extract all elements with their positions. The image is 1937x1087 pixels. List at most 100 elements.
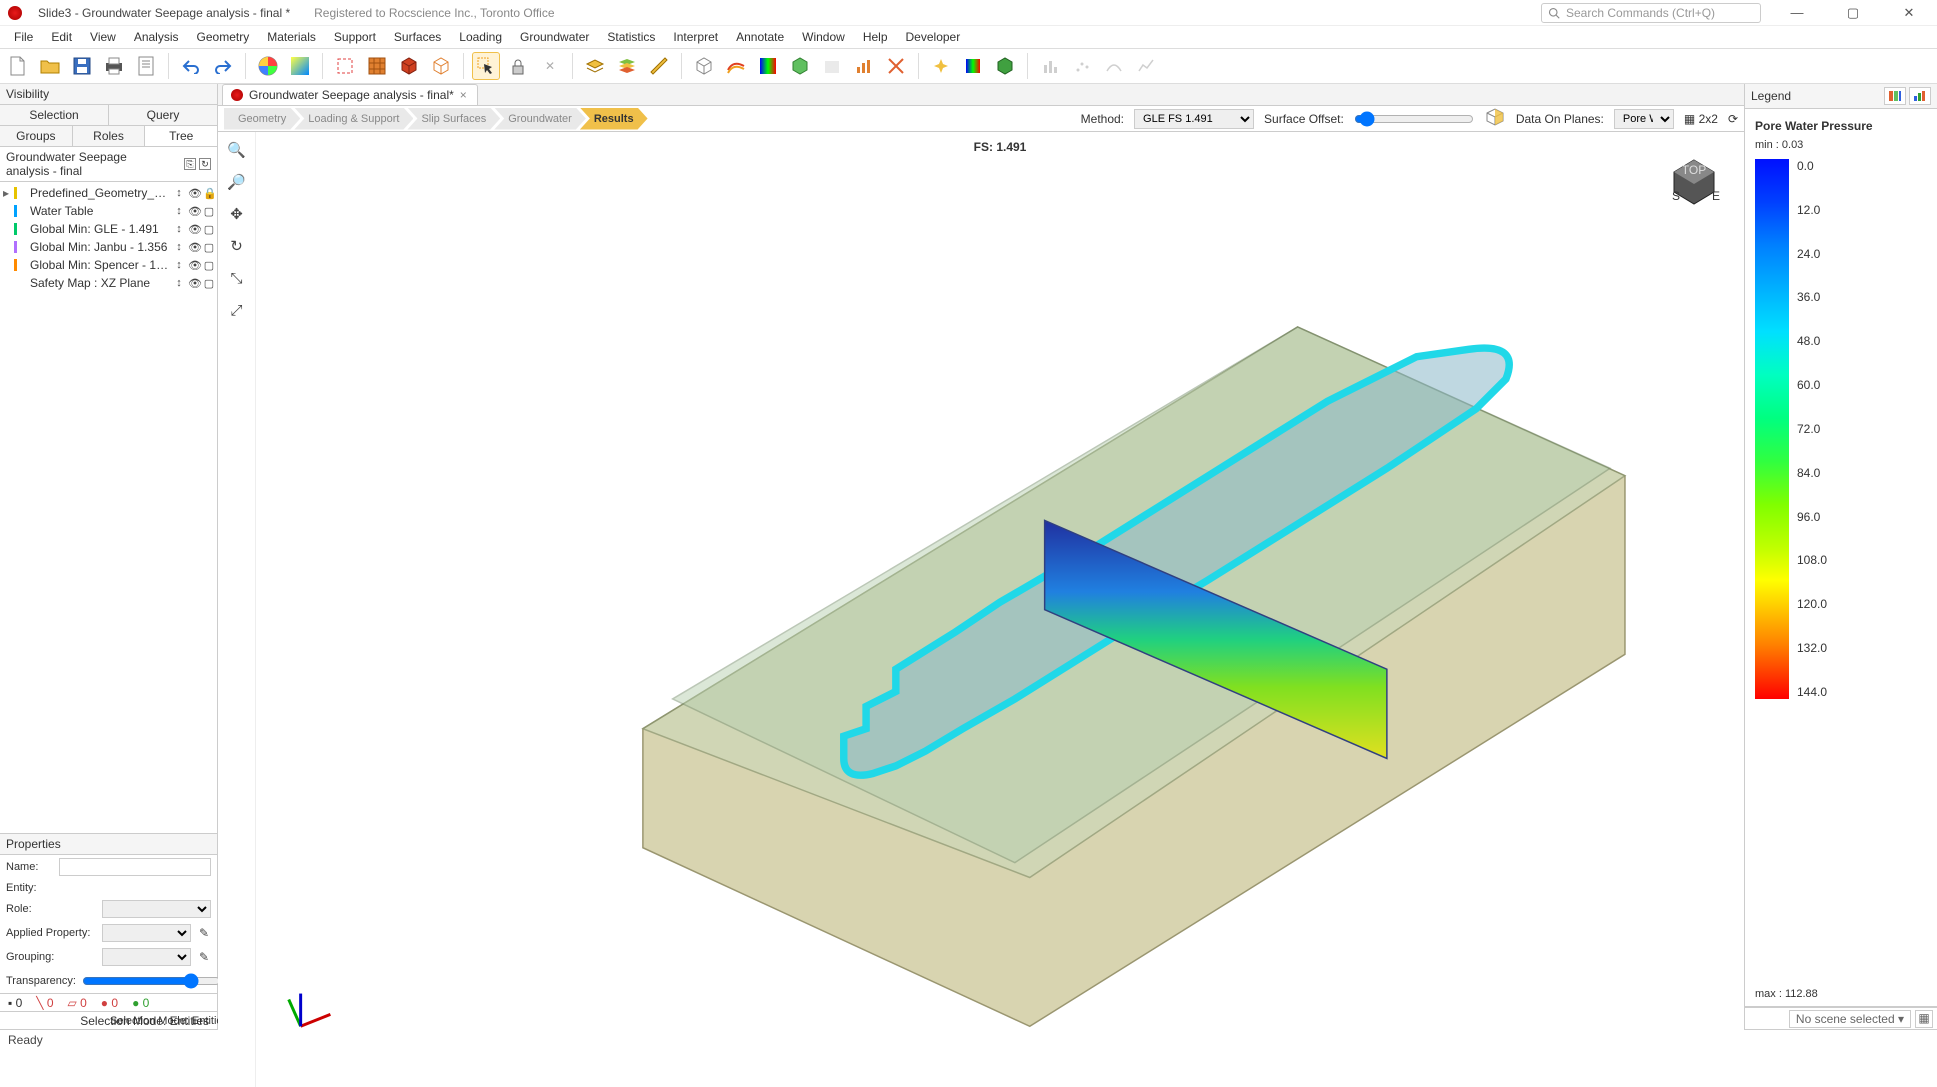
menu-surfaces[interactable]: Surfaces bbox=[386, 28, 449, 46]
cube-solid-icon[interactable] bbox=[395, 52, 423, 80]
tree-action-icon[interactable]: ↕ bbox=[173, 259, 185, 272]
menu-window[interactable]: Window bbox=[794, 28, 853, 46]
line-chart-icon[interactable] bbox=[1132, 52, 1160, 80]
menu-file[interactable]: File bbox=[6, 28, 41, 46]
legend-settings-icon[interactable] bbox=[1884, 87, 1906, 105]
tree-action-icon[interactable]: 👁 bbox=[188, 205, 200, 218]
print-button[interactable] bbox=[100, 52, 128, 80]
grid-icon[interactable] bbox=[363, 52, 391, 80]
tree-action-icon[interactable]: ↕ bbox=[173, 205, 185, 218]
tree-action-icon[interactable]: 👁 bbox=[188, 259, 200, 272]
tree-action-icon[interactable]: 👁 bbox=[188, 223, 200, 236]
edit-grouping-icon[interactable]: ✎ bbox=[197, 950, 211, 964]
tree-action-icon[interactable]: ▢ bbox=[203, 277, 215, 290]
layers-icon[interactable] bbox=[581, 52, 609, 80]
open-file-button[interactable] bbox=[36, 52, 64, 80]
tree-row[interactable]: Safety Map : XZ Plane ↕👁▢ bbox=[2, 274, 215, 292]
view-compass[interactable]: TOP S E bbox=[1664, 152, 1724, 212]
refresh-icon[interactable]: ↻ bbox=[199, 158, 211, 170]
reload-icon[interactable]: ⟳ bbox=[1728, 112, 1738, 126]
pointer-select-button[interactable] bbox=[472, 52, 500, 80]
bar-chart-icon[interactable] bbox=[1036, 52, 1064, 80]
name-field[interactable] bbox=[59, 858, 211, 876]
maximize-button[interactable]: ▢ bbox=[1833, 5, 1873, 21]
menu-groundwater[interactable]: Groundwater bbox=[512, 28, 597, 46]
menu-developer[interactable]: Developer bbox=[898, 28, 969, 46]
tree-action-icon[interactable]: ↕ bbox=[173, 277, 185, 290]
tab-roles[interactable]: Roles bbox=[73, 126, 146, 146]
tree-action-icon[interactable]: ↕ bbox=[173, 223, 185, 236]
tree-row[interactable]: ▸ Predefined_Geometry_Slide2 ↕👁🔒 bbox=[2, 184, 215, 202]
canvas-3d[interactable]: FS: 1.491 bbox=[256, 132, 1744, 1087]
sparkle-icon[interactable] bbox=[927, 52, 955, 80]
scene-dropdown[interactable]: No scene selected ▾ bbox=[1789, 1010, 1911, 1028]
pan-icon[interactable]: ✥ bbox=[225, 202, 249, 226]
menu-annotate[interactable]: Annotate bbox=[728, 28, 792, 46]
colormap-icon[interactable] bbox=[254, 52, 282, 80]
new-file-button[interactable] bbox=[4, 52, 32, 80]
save-button[interactable] bbox=[68, 52, 96, 80]
wf-results[interactable]: Results bbox=[580, 108, 648, 130]
measure-icon[interactable] bbox=[645, 52, 673, 80]
tree-action-icon[interactable]: ▢ bbox=[203, 259, 215, 272]
tree-row[interactable]: Global Min: GLE - 1.491 ↕👁▢ bbox=[2, 220, 215, 238]
redo-button[interactable] bbox=[209, 52, 237, 80]
fit-icon[interactable]: ⤡ bbox=[225, 266, 249, 290]
menu-statistics[interactable]: Statistics bbox=[599, 28, 663, 46]
tree-action-icon[interactable]: 👁 bbox=[188, 187, 200, 200]
scene-grid-icon[interactable]: ▦ bbox=[1915, 1010, 1933, 1028]
chart-bar-icon[interactable] bbox=[850, 52, 878, 80]
minimize-button[interactable]: — bbox=[1777, 5, 1817, 20]
cross-icon[interactable] bbox=[882, 52, 910, 80]
menu-loading[interactable]: Loading bbox=[451, 28, 510, 46]
zoom-out-icon[interactable]: 🔎 bbox=[225, 170, 249, 194]
tree-row[interactable]: Global Min: Janbu - 1.356 ↕👁▢ bbox=[2, 238, 215, 256]
report-button[interactable] bbox=[132, 52, 160, 80]
applied-select[interactable] bbox=[102, 924, 191, 942]
curve-icon[interactable] bbox=[1100, 52, 1128, 80]
tree-action-icon[interactable]: 👁 bbox=[188, 277, 200, 290]
tree-action-icon[interactable]: 🔒 bbox=[203, 187, 215, 200]
menu-help[interactable]: Help bbox=[855, 28, 896, 46]
rotate-icon[interactable]: ↻ bbox=[225, 234, 249, 258]
expand-icon[interactable]: ⤢ bbox=[225, 298, 249, 322]
wf-loading[interactable]: Loading & Support bbox=[294, 108, 413, 130]
offset-slider[interactable] bbox=[1354, 109, 1474, 129]
copy-icon[interactable]: ⎘ bbox=[184, 158, 196, 170]
role-select[interactable] bbox=[102, 900, 211, 918]
gradient-icon[interactable] bbox=[286, 52, 314, 80]
select-box-icon[interactable] bbox=[331, 52, 359, 80]
menu-view[interactable]: View bbox=[82, 28, 124, 46]
tree-row[interactable]: Water Table ↕👁▢ bbox=[2, 202, 215, 220]
wf-groundwater[interactable]: Groundwater bbox=[494, 108, 586, 130]
menu-analysis[interactable]: Analysis bbox=[126, 28, 187, 46]
tab-query[interactable]: Query bbox=[109, 105, 217, 125]
grouping-select[interactable] bbox=[102, 948, 191, 966]
tree-action-icon[interactable]: 👁 bbox=[188, 241, 200, 254]
zoom-in-icon[interactable]: 🔍 bbox=[225, 138, 249, 162]
tree-action-icon[interactable]: ▢ bbox=[203, 223, 215, 236]
export-icon[interactable] bbox=[818, 52, 846, 80]
tree-action-icon[interactable]: ▢ bbox=[203, 241, 215, 254]
tree-row[interactable]: Global Min: Spencer - 1.536 ↕👁▢ bbox=[2, 256, 215, 274]
transparency-slider[interactable] bbox=[82, 972, 221, 990]
search-commands[interactable]: Search Commands (Ctrl+Q) bbox=[1541, 3, 1761, 23]
view-cube-icon[interactable] bbox=[1484, 106, 1506, 131]
close-button[interactable]: ✕ bbox=[1889, 5, 1929, 21]
tab-groups[interactable]: Groups bbox=[0, 126, 73, 146]
tree-action-icon[interactable]: ↕ bbox=[173, 187, 185, 200]
tree-action-icon[interactable]: ▢ bbox=[203, 205, 215, 218]
lock-selection-icon[interactable] bbox=[504, 52, 532, 80]
menu-geometry[interactable]: Geometry bbox=[189, 28, 258, 46]
clear-icon[interactable]: ✕ bbox=[536, 52, 564, 80]
menu-support[interactable]: Support bbox=[326, 28, 384, 46]
tree-action-icon[interactable]: ↕ bbox=[173, 241, 185, 254]
undo-button[interactable] bbox=[177, 52, 205, 80]
tab-tree[interactable]: Tree bbox=[145, 126, 217, 146]
scatter-icon[interactable] bbox=[1068, 52, 1096, 80]
layers-stack-icon[interactable] bbox=[613, 52, 641, 80]
wf-slip[interactable]: Slip Surfaces bbox=[407, 108, 500, 130]
menu-edit[interactable]: Edit bbox=[43, 28, 80, 46]
contour-icon[interactable] bbox=[722, 52, 750, 80]
cube-outline-icon[interactable] bbox=[690, 52, 718, 80]
